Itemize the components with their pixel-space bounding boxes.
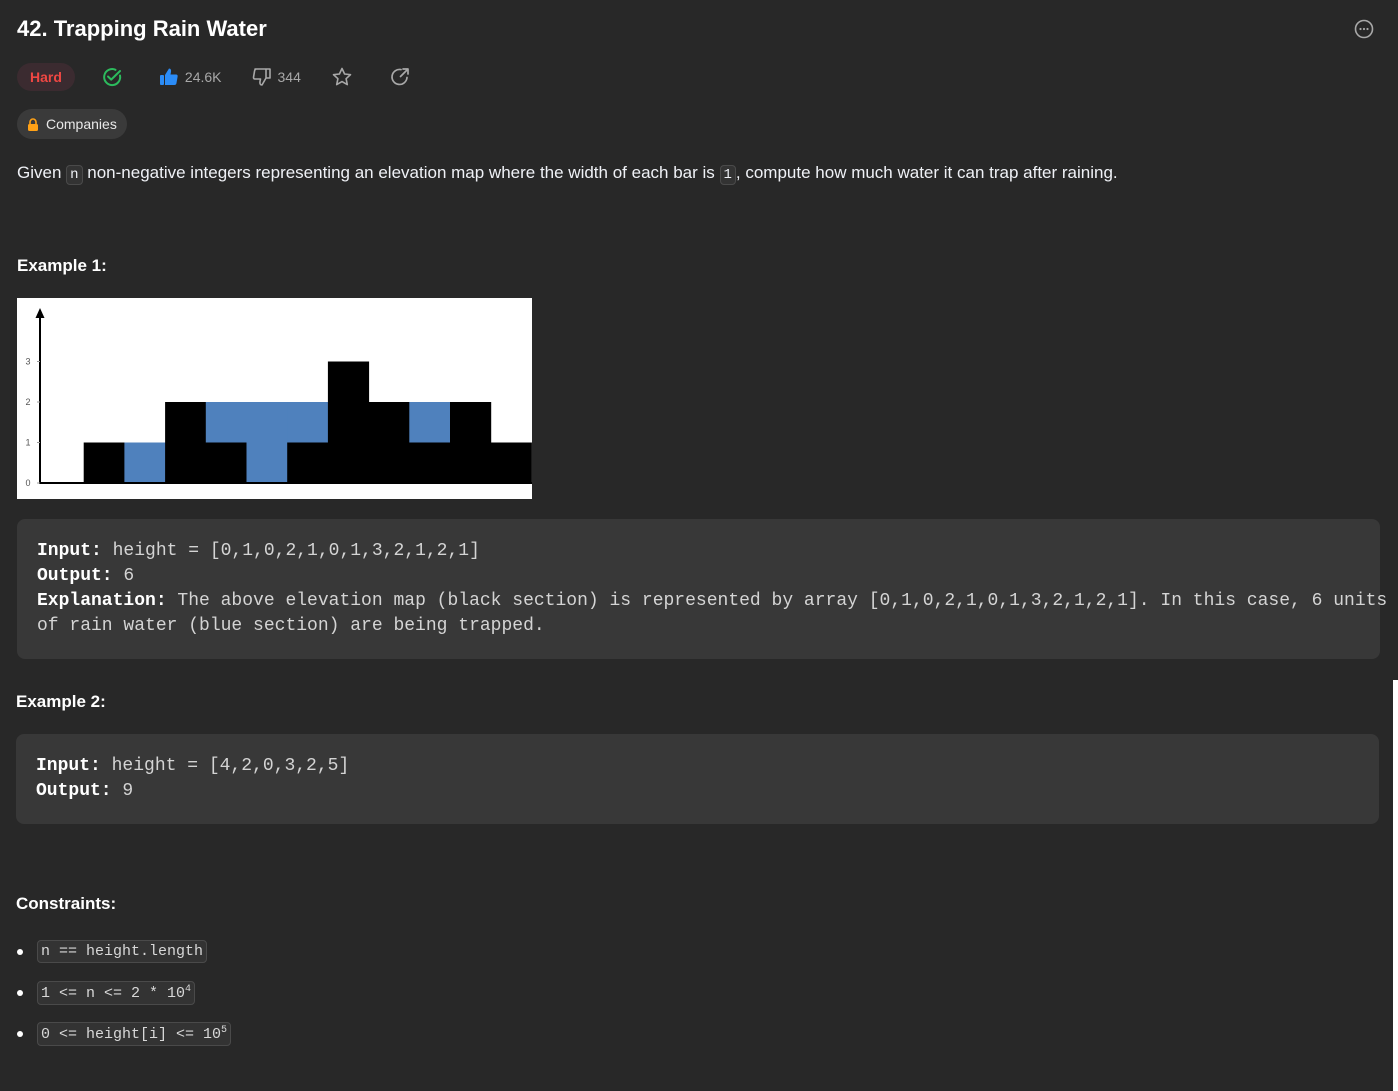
like-button[interactable]: 24.6K [159,67,222,87]
elevation-bar [287,442,329,483]
example-1-code-block: Input: height = [0,1,0,2,1,0,1,3,2,1,2,1… [17,519,1387,659]
bullet [17,989,23,996]
constraint-code-2: 1 <= n <= 2 * 104 [37,980,196,1005]
example-1-heading: Example 1: [17,256,107,275]
elevation-bar [368,402,410,483]
dislike-button[interactable]: 344 [252,67,301,87]
bullet [17,1030,23,1037]
difficulty-badge: Hard [17,63,75,91]
water-block [205,402,247,443]
thumbs-down-icon [252,68,271,86]
share-icon [391,68,409,86]
share-button[interactable] [389,66,417,88]
water-block [246,402,288,483]
example-2-code-block: Input: height = [4,2,0,3,2,5] Output: 9 [16,734,1379,824]
water-block [287,402,329,443]
example-2-heading: Example 2: [16,692,106,711]
solved-status [101,66,129,88]
elevation-bar [490,442,532,483]
like-count: 24.6K [184,69,222,85]
y-tick-label: 3 [25,357,30,367]
elevation-bar [409,442,451,483]
elevation-bar [165,402,207,483]
constraint-item: 1 <= n <= 2 * 104 [16,979,231,1006]
constraints-list: n == height.length 1 <= n <= 2 * 104 0 <… [16,938,232,1061]
elevation-bar [450,402,492,483]
y-axis-arrow [35,308,45,318]
elevation-bar [205,442,247,483]
y-tick-label: 1 [25,438,30,448]
water-block [124,442,166,483]
y-tick-label: 2 [25,397,30,407]
elevation-bar [83,442,125,483]
star-icon [332,67,352,86]
problem-meta-bar: Hard 24.6K 344 [17,62,447,92]
constraint-code-3: 0 <= height[i] <= 105 [37,1021,232,1046]
inline-code-n: n [66,165,83,185]
constraint-item: n == height.length [16,938,231,965]
water-block [409,402,451,443]
companies-label: Companies [46,116,117,132]
dislike-count: 344 [277,69,301,85]
elevation-bar [327,361,370,483]
more-options-icon[interactable] [1354,19,1374,39]
inline-code-1: 1 [719,165,736,185]
problem-title: 42. Trapping Rain Water [17,16,267,41]
window-edge [1393,680,1398,1091]
constraints-heading: Constraints: [16,894,117,913]
companies-button[interactable]: Companies [17,109,127,139]
lock-icon [28,117,38,131]
solved-check-icon [103,68,122,87]
elevation-map-chart: 0 1 2 3 [17,298,532,499]
constraint-code-1: n == height.length [37,940,208,963]
y-tick-label: 0 [25,478,30,488]
favorite-button[interactable] [331,66,359,88]
problem-description: Given n non-negative integers representi… [17,163,1118,185]
constraint-item: 0 <= height[i] <= 105 [16,1020,232,1047]
bullet [17,948,23,955]
thumbs-up-icon [159,68,178,85]
